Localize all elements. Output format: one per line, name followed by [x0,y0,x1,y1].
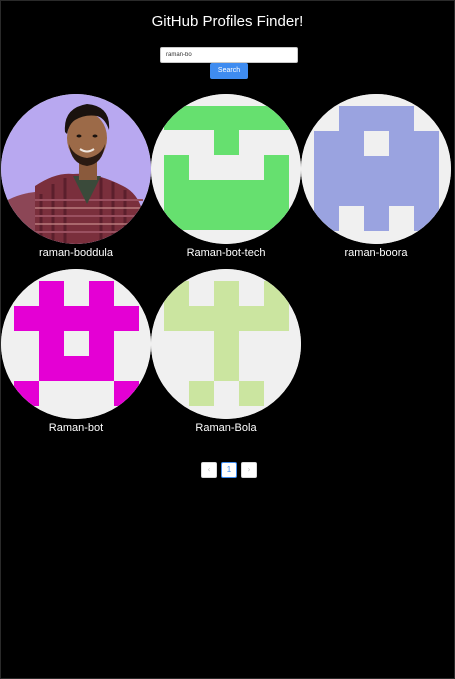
user-photo-avatar [1,94,151,244]
avatar[interactable] [151,269,301,419]
avatar[interactable] [151,94,301,244]
page-number-button[interactable]: 1 [221,462,237,478]
identicon-avatar [1,269,151,419]
profile-card[interactable]: raman-boora [301,94,451,259]
search-button[interactable]: Search [210,63,248,79]
profile-card[interactable]: raman-boddula [1,94,151,259]
identicon-avatar [151,269,301,419]
username[interactable]: Raman-bot [1,422,151,434]
profile-card[interactable]: Raman-bot-tech [151,94,301,259]
username[interactable]: raman-boddula [1,247,151,259]
avatar[interactable] [1,269,151,419]
page-title: GitHub Profiles Finder! [151,13,304,30]
username[interactable]: Raman-bot-tech [151,247,301,259]
identicon-avatar [151,94,301,244]
profile-card[interactable]: Raman-Bola [151,269,301,434]
chevron-right-icon[interactable]: › [241,462,257,478]
profile-card[interactable]: Raman-bot [1,269,151,434]
search-input[interactable] [160,47,298,63]
chevron-left-icon[interactable]: ‹ [201,462,217,478]
username[interactable]: raman-boora [301,247,451,259]
avatar[interactable] [301,94,451,244]
avatar[interactable] [1,94,151,244]
username[interactable]: Raman-Bola [151,422,301,434]
identicon-avatar [301,94,451,244]
